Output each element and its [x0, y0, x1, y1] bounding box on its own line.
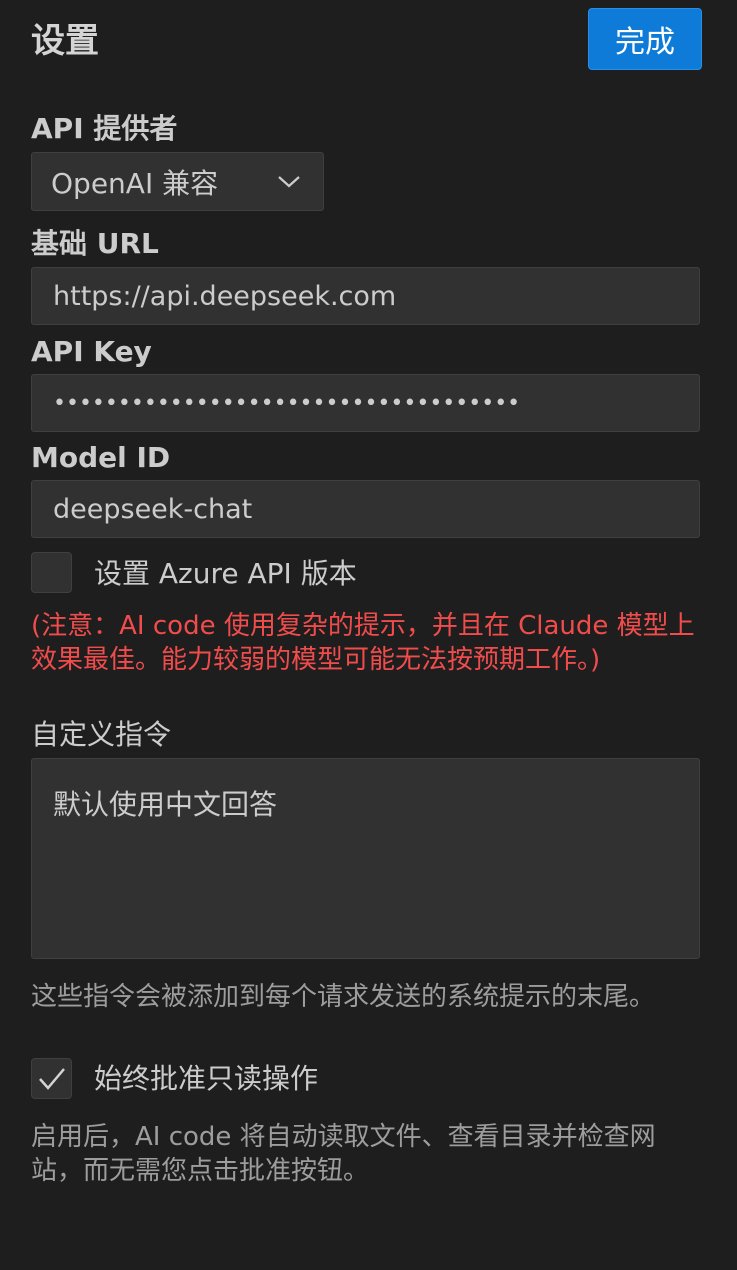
model-id-input[interactable]: deepseek-chat: [31, 480, 700, 538]
api-provider-selected-value: OpenAI 兼容: [51, 166, 219, 200]
api-provider-label: API 提供者: [31, 112, 178, 145]
base-url-input[interactable]: https://api.deepseek.com: [31, 267, 700, 325]
model-warning-text: (注意：AI code 使用复杂的提示，并且在 Claude 模型上效果最佳。能…: [31, 611, 695, 675]
api-key-input[interactable]: ••••••••••••••••••••••••••••••••••••: [31, 374, 700, 432]
chevron-down-icon: [278, 176, 300, 188]
checkmark-icon: [38, 1067, 65, 1090]
api-key-label: API Key: [31, 335, 152, 368]
base-url-label: 基础 URL: [31, 227, 159, 260]
api-provider-select[interactable]: OpenAI 兼容: [31, 152, 324, 211]
azure-version-checkbox[interactable]: [31, 552, 72, 593]
page-title: 设置: [31, 21, 99, 61]
always-approve-checkbox[interactable]: [31, 1058, 72, 1099]
done-button[interactable]: 完成: [588, 8, 702, 70]
custom-instructions-textarea[interactable]: 默认使用中文回答: [31, 758, 700, 959]
custom-instructions-label: 自定义指令: [31, 718, 172, 751]
always-approve-help: 启用后，AI code 将自动读取文件、查看目录并检查网站，而无需您点击批准按钮…: [31, 1122, 656, 1186]
always-approve-label: 始终批准只读操作: [94, 1062, 319, 1095]
model-id-label: Model ID: [31, 441, 171, 474]
custom-instructions-help: 这些指令会被添加到每个请求发送的系统提示的末尾。: [31, 982, 656, 1012]
azure-version-label: 设置 Azure API 版本: [94, 557, 357, 590]
